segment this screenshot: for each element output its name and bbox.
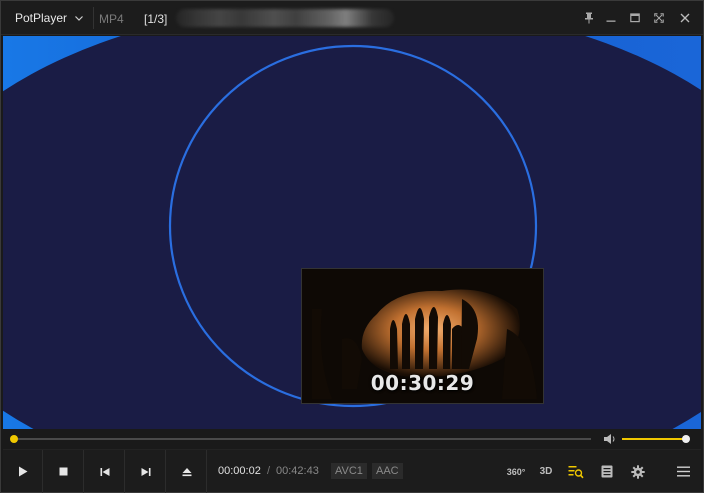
3d-icon: 3D — [539, 466, 553, 477]
seek-preview-thumbnail: 00:30:29 — [301, 268, 544, 404]
video-codec-badge[interactable]: AVC1 — [331, 463, 367, 479]
3d-button[interactable]: 3D — [532, 450, 560, 493]
seek-bar[interactable] — [15, 438, 591, 440]
settings-button[interactable] — [624, 450, 652, 493]
app-menu-button[interactable]: PotPlayer — [1, 1, 93, 35]
filename-redacted — [176, 9, 394, 27]
volume-slider[interactable] — [622, 438, 686, 440]
subtitle-search-icon — [568, 465, 584, 478]
minimize-button[interactable] — [599, 1, 623, 35]
playlist-button[interactable] — [593, 450, 621, 493]
volume-handle[interactable] — [682, 435, 690, 443]
app-name: PotPlayer — [15, 11, 68, 25]
chevron-down-icon — [75, 16, 83, 21]
total-time[interactable]: 00:42:43 — [276, 465, 319, 477]
minimize-icon — [606, 20, 616, 22]
maximize-icon — [630, 13, 640, 23]
fullscreen-icon — [654, 13, 664, 23]
close-icon — [680, 13, 690, 23]
vr-360-button[interactable]: 360° — [502, 450, 530, 493]
next-icon — [141, 467, 150, 476]
play-icon — [18, 466, 27, 477]
play-button[interactable] — [3, 450, 43, 493]
seek-bar-row — [3, 429, 701, 449]
fullscreen-button[interactable] — [647, 1, 671, 35]
previous-button[interactable] — [85, 450, 125, 493]
playlist-position: [1/3] — [144, 12, 168, 26]
audio-codec-badge[interactable]: AAC — [372, 463, 403, 479]
volume-level — [622, 438, 686, 440]
control-bar: 00:00:02 / 00:42:43 AVC1 AAC 360° 3D — [3, 449, 701, 493]
current-time[interactable]: 00:00:02 — [218, 465, 261, 477]
pin-icon — [585, 12, 593, 24]
playlist-icon — [601, 465, 613, 478]
volume-icon[interactable] — [603, 433, 617, 445]
preview-timestamp: 00:30:29 — [370, 371, 475, 395]
file-format-label: MP4 — [99, 12, 124, 26]
close-button[interactable] — [673, 1, 697, 35]
maximize-button[interactable] — [623, 1, 647, 35]
pin-button[interactable] — [577, 1, 601, 35]
stop-icon — [59, 467, 68, 476]
subtitle-search-button[interactable] — [562, 450, 590, 493]
eject-icon — [182, 467, 191, 476]
next-button[interactable] — [126, 450, 166, 493]
previous-icon — [100, 467, 109, 476]
time-separator: / — [267, 465, 271, 477]
eject-button[interactable] — [167, 450, 207, 493]
gear-icon — [631, 464, 645, 479]
title-separator — [93, 7, 94, 29]
seek-handle[interactable] — [10, 435, 19, 443]
title-bar: PotPlayer MP4 [1/3] — [1, 1, 703, 35]
hamburger-menu-icon — [676, 466, 690, 477]
vr-360-icon: 360° — [506, 466, 526, 477]
potplayer-window: PotPlayer MP4 [1/3] 00:30:29 00:00:02 / … — [0, 0, 704, 493]
video-area[interactable]: 00:30:29 — [3, 36, 701, 429]
main-menu-button[interactable] — [669, 450, 697, 493]
stop-button[interactable] — [44, 450, 84, 493]
